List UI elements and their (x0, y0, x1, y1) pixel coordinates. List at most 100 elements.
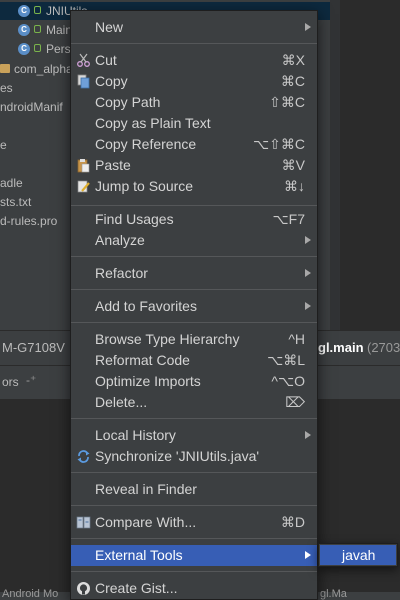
scissors-icon (77, 53, 90, 67)
tree-item[interactable]: ndroidManif (0, 98, 63, 116)
device-name[interactable]: M-G7108V (2, 340, 65, 355)
tree-item-label: Pers (46, 42, 71, 56)
submenu-arrow-icon (305, 23, 311, 31)
menu-item-label: Refactor (95, 265, 148, 281)
menu-item-label: Analyze (95, 232, 145, 248)
tree-item-label: sts.txt (0, 195, 32, 209)
menu-item-synchronize[interactable]: Synchronize 'JNIUtils.java' (71, 446, 317, 467)
external-tools-submenu: javah (318, 543, 398, 567)
menu-item-analyze[interactable]: Analyze (71, 230, 317, 251)
tree-item-label: d-rules.pro (0, 214, 58, 228)
menu-item-label: Delete... (95, 394, 148, 410)
menu-item-shortcut: ⌥⇧⌘C (253, 136, 305, 152)
menu-item-label: Copy Reference (95, 136, 197, 152)
tree-item-label: es (0, 81, 13, 95)
menu-item-copy-reference[interactable]: Copy Reference ⌥⇧⌘C (71, 134, 317, 155)
menu-item-shortcut: ⌦ (285, 394, 305, 410)
tree-item-label: adle (0, 176, 23, 190)
menu-item-label: Copy (95, 73, 128, 89)
menu-item-external-tools[interactable]: External Tools (71, 545, 317, 566)
menu-item-copy[interactable]: Copy ⌘C (71, 71, 317, 92)
tree-item-label: e (0, 138, 7, 152)
bottom-left-text: Android Mo (2, 588, 59, 600)
tree-item[interactable]: d-rules.pro (0, 212, 57, 230)
menu-item-local-history[interactable]: Local History (71, 425, 317, 446)
menu-item-compare-with[interactable]: Compare With... ⌘D (71, 512, 317, 533)
editor-area[interactable] (340, 0, 400, 312)
panel-divider[interactable] (330, 0, 340, 330)
menu-separator (71, 505, 317, 506)
menu-item-copy-path[interactable]: Copy Path ⇧⌘C (71, 92, 317, 113)
tree-item[interactable]: sts.txt (0, 193, 31, 211)
tree-item[interactable]: e (0, 136, 7, 154)
compare-icon (76, 516, 91, 529)
menu-item-shortcut: ⌘D (280, 514, 305, 530)
tree-item-label: Main (46, 23, 73, 37)
menu-item-label: Find Usages (95, 211, 174, 227)
submenu-arrow-icon (305, 236, 311, 244)
menu-item-optimize-imports[interactable]: Optimize Imports ^⌥O (71, 371, 317, 392)
menu-item-cut[interactable]: Cut ⌘X (71, 50, 317, 71)
tool-window-tab[interactable]: ors (2, 375, 19, 389)
menu-separator (71, 289, 317, 290)
menu-item-label: New (95, 19, 124, 35)
menu-item-add-to-favorites[interactable]: Add to Favorites (71, 296, 317, 317)
menu-item-shortcut: ⇧⌘C (269, 94, 305, 110)
context-menu: New Cut ⌘X Copy ⌘C Copy Path ⇧⌘C Copy as… (70, 10, 318, 600)
class-icon: C (18, 5, 30, 17)
menu-separator (71, 256, 317, 257)
menu-item-shortcut: ⌘V (281, 157, 305, 173)
menu-item-label: Synchronize 'JNIUtils.java' (95, 448, 260, 464)
menu-item-label: Browse Type Hierarchy (95, 331, 240, 347)
tree-item-label: ndroidManif (0, 100, 63, 114)
file-icon (0, 64, 10, 73)
menu-separator (71, 43, 317, 44)
tree-item[interactable]: es (0, 79, 13, 97)
menu-item-label: Local History (95, 427, 176, 443)
copy-icon (77, 74, 90, 89)
menu-item-label: Copy Path (95, 94, 161, 110)
menu-separator (71, 472, 317, 473)
process-name[interactable]: gl.main (318, 340, 364, 355)
menu-item-reformat-code[interactable]: Reformat Code ⌥⌘L (71, 350, 317, 371)
menu-item-shortcut: ⌘C (280, 73, 305, 89)
menu-item-label: External Tools (95, 547, 183, 563)
menu-item-jump-to-source[interactable]: Jump to Source ⌘↓ (71, 176, 317, 197)
submenu-arrow-icon (305, 269, 311, 277)
menu-item-shortcut: ^⌥O (271, 373, 305, 389)
pin-icon[interactable]: -⁺ (26, 373, 36, 387)
bottom-right-text: gl.Ma (320, 588, 347, 600)
menu-item-shortcut: ⌥⌘L (267, 352, 305, 368)
tree-item[interactable]: adle (0, 174, 23, 192)
tree-item-label: com_alpha (14, 62, 73, 76)
menu-item-label: Reformat Code (95, 352, 190, 368)
menu-item-copy-plain-text[interactable]: Copy as Plain Text (71, 113, 317, 134)
menu-separator (71, 571, 317, 572)
menu-item-find-usages[interactable]: Find Usages ⌥F7 (71, 209, 317, 230)
menu-item-paste[interactable]: Paste ⌘V (71, 155, 317, 176)
lock-icon (34, 44, 41, 52)
process-pid: (2703 (367, 340, 400, 355)
submenu-arrow-icon (305, 431, 311, 439)
menu-separator (71, 205, 317, 206)
submenu-item-javah[interactable]: javah (320, 545, 396, 565)
lock-icon (34, 25, 41, 33)
github-icon (77, 582, 90, 595)
submenu-arrow-icon (305, 302, 311, 310)
menu-separator (71, 322, 317, 323)
menu-item-delete[interactable]: Delete... ⌦ (71, 392, 317, 413)
class-icon: C (18, 43, 30, 55)
menu-item-label: Create Gist... (95, 580, 178, 596)
edit-icon (77, 180, 90, 193)
menu-item-browse-type-hierarchy[interactable]: Browse Type Hierarchy ^H (71, 329, 317, 350)
menu-item-refactor[interactable]: Refactor (71, 263, 317, 284)
menu-item-create-gist[interactable]: Create Gist... (71, 578, 317, 599)
menu-item-reveal-in-finder[interactable]: Reveal in Finder (71, 479, 317, 500)
menu-item-new[interactable]: New (71, 17, 317, 38)
menu-separator (71, 418, 317, 419)
submenu-arrow-icon (305, 551, 311, 559)
lock-icon (34, 6, 41, 14)
menu-item-shortcut: ^H (288, 331, 305, 347)
class-icon: C (18, 24, 30, 36)
menu-item-label: Reveal in Finder (95, 481, 197, 497)
